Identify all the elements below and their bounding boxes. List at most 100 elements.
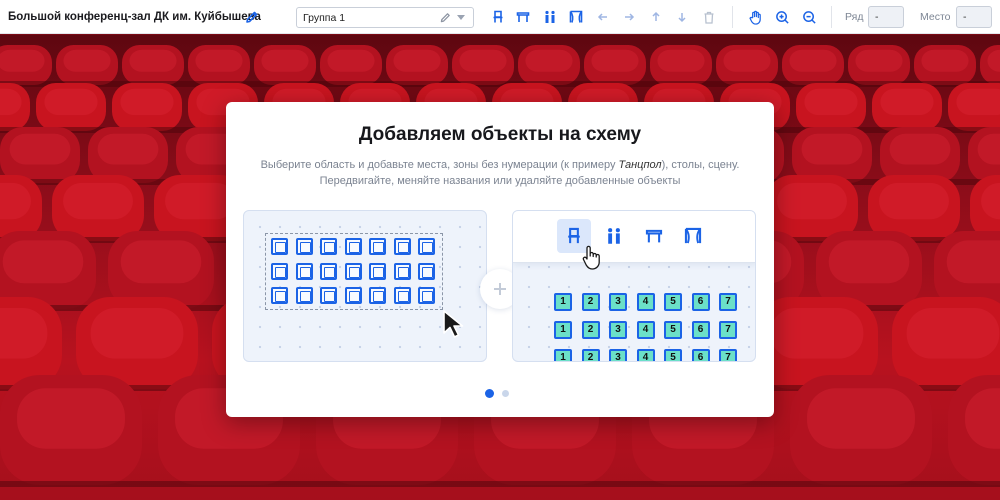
zoom-in-icon[interactable]	[773, 8, 791, 26]
numbered-seat: 7	[719, 321, 737, 339]
seat-icon[interactable]	[489, 8, 507, 26]
numbered-seat: 1	[554, 349, 572, 361]
background-seat	[968, 127, 1000, 183]
background-seat	[36, 83, 106, 131]
numbered-seat: 2	[581, 293, 600, 311]
chevron-down-icon[interactable]	[457, 15, 465, 20]
empty-seat	[271, 287, 288, 304]
empty-seat	[393, 238, 411, 255]
numbered-seat: 5	[664, 293, 682, 311]
background-seat	[518, 45, 580, 85]
numbered-seat: 2	[581, 349, 600, 361]
background-seat	[0, 83, 30, 131]
background-seat	[716, 45, 778, 85]
numbered-seat: 1	[554, 321, 572, 339]
empty-seat	[344, 287, 362, 304]
rename-group-pencil-icon[interactable]	[439, 11, 452, 24]
background-seat	[790, 375, 932, 485]
background-seat	[848, 45, 910, 85]
numbered-seat: 2	[581, 321, 600, 339]
background-seat-row-shadow	[0, 481, 1000, 487]
desc-example: Танцпол	[618, 159, 662, 171]
row-field[interactable]: -	[868, 6, 904, 28]
arrow-right-icon[interactable]	[620, 8, 638, 26]
empty-seat	[320, 262, 337, 280]
stage-icon[interactable]	[567, 8, 585, 26]
empty-seat	[393, 262, 411, 280]
empty-seat	[418, 287, 435, 304]
table-icon	[637, 219, 671, 253]
empty-seat	[369, 238, 386, 255]
add-objects-illustration: 123456712345671234567	[512, 210, 756, 362]
empty-seat	[271, 238, 288, 255]
numbered-seat: 6	[691, 293, 710, 311]
numbered-seat: 6	[691, 349, 710, 361]
background-seat	[914, 45, 976, 85]
empty-seat	[271, 262, 288, 280]
numbered-seat: 4	[636, 293, 655, 311]
empty-seat	[295, 287, 313, 304]
numbered-seat: 6	[691, 321, 710, 339]
background-seat	[254, 45, 316, 85]
seat-field[interactable]: -	[956, 6, 992, 28]
row-label: Ряд	[845, 11, 864, 23]
hand-icon[interactable]	[746, 8, 764, 26]
empty-seat	[369, 287, 386, 304]
empty-seat	[344, 262, 362, 280]
empty-seat	[418, 238, 435, 255]
numbered-seat: 5	[664, 349, 682, 361]
numbered-seat: 4	[636, 349, 655, 361]
background-seat	[0, 127, 80, 183]
background-seat	[948, 83, 1000, 131]
arrow-up-icon[interactable]	[647, 8, 665, 26]
zoom-out-icon[interactable]	[800, 8, 818, 26]
arrow-left-icon[interactable]	[594, 8, 612, 26]
select-area-illustration	[243, 210, 487, 362]
pointer-hand-icon	[582, 245, 600, 270]
empty-seat	[295, 238, 313, 255]
empty-seat	[295, 262, 313, 280]
background-seat	[386, 45, 448, 85]
toolbar-divider	[732, 6, 733, 28]
numbered-seat: 7	[719, 293, 737, 311]
background-seat	[0, 375, 142, 485]
numbered-seat: 3	[609, 293, 627, 311]
arrow-down-icon[interactable]	[673, 8, 691, 26]
background-seat	[584, 45, 646, 85]
numbered-seat: 3	[609, 349, 627, 361]
top-toolbar: Большой конференц-зал ДК им. Куйбышева Г…	[0, 0, 1000, 34]
trash-icon[interactable]	[700, 8, 718, 26]
table-icon[interactable]	[514, 8, 532, 26]
background-seat	[980, 45, 1000, 85]
stage-icon	[676, 219, 710, 253]
numbered-seat: 3	[609, 321, 627, 339]
mini-toolbar	[513, 211, 755, 263]
empty-seat	[393, 287, 411, 304]
background-seat	[880, 127, 960, 183]
numbered-seat: 4	[636, 321, 655, 339]
background-seat	[320, 45, 382, 85]
dancefloor-icon[interactable]	[541, 8, 559, 26]
background-seat	[0, 45, 52, 85]
background-seat	[452, 45, 514, 85]
empty-seat	[320, 287, 337, 304]
empty-seat	[369, 262, 386, 280]
group-select[interactable]: Группа 1	[296, 7, 474, 28]
background-seat	[88, 127, 168, 183]
edit-title-pencil-icon[interactable]	[244, 9, 260, 25]
pagination-dot[interactable]	[485, 389, 494, 398]
pagination-dots	[485, 389, 509, 398]
toolbar-divider	[831, 6, 832, 28]
numbered-seat: 1	[554, 293, 572, 311]
background-seat	[796, 83, 866, 131]
group-select-value: Группа 1	[303, 12, 346, 24]
pagination-dot[interactable]	[502, 390, 509, 397]
background-seat	[782, 45, 844, 85]
empty-seat	[320, 238, 337, 255]
seat-label: Место	[920, 11, 951, 23]
mouse-cursor-icon	[443, 310, 464, 338]
modal-description: Выберите область и добавьте места, зоны …	[260, 159, 740, 187]
onboarding-modal: Добавляем объекты на схему Выберите обла…	[226, 102, 774, 417]
hall-title: Большой конференц-зал ДК им. Куйбышева	[8, 11, 261, 23]
background-seat	[188, 45, 250, 85]
